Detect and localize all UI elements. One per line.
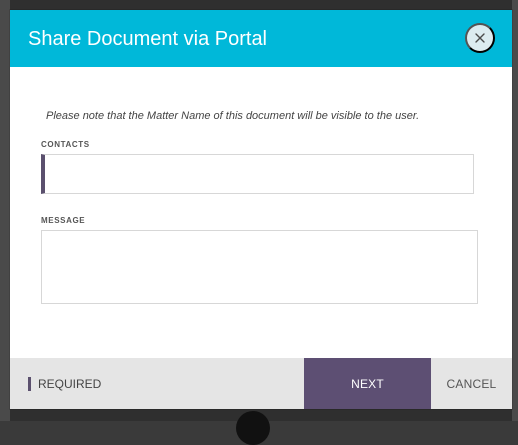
share-document-modal: Share Document via Portal Please note th… [10, 10, 512, 409]
required-indicator: REQUIRED [28, 377, 101, 391]
modal-title: Share Document via Portal [28, 28, 268, 50]
message-textarea[interactable] [41, 230, 478, 304]
contacts-label: CONTACTS [41, 140, 90, 149]
background-left-strip [0, 0, 10, 421]
contacts-input[interactable] [41, 154, 474, 194]
required-marker-icon [28, 377, 31, 391]
background-right-strip [512, 0, 518, 421]
message-label: MESSAGE [41, 216, 86, 225]
close-button[interactable] [465, 23, 495, 53]
close-icon [474, 32, 486, 44]
modal-body: Please note that the Matter Name of this… [10, 67, 512, 358]
next-button[interactable]: NEXT [304, 358, 431, 409]
modal-footer: REQUIRED NEXT CANCEL [10, 358, 512, 409]
modal-header: Share Document via Portal [10, 10, 512, 67]
cancel-button[interactable]: CANCEL [431, 358, 512, 409]
required-label: REQUIRED [38, 377, 102, 391]
background-circle [236, 411, 270, 445]
visibility-notice: Please note that the Matter Name of this… [46, 110, 420, 122]
